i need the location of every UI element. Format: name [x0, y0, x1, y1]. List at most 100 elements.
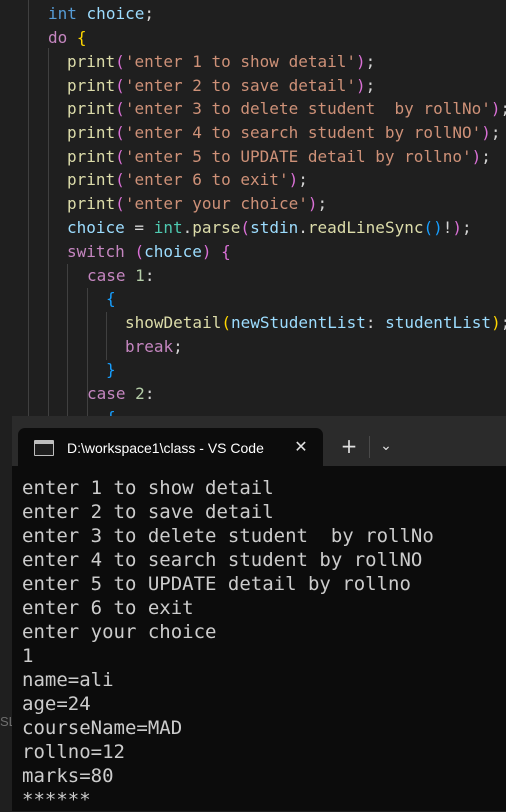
code-token: } — [106, 360, 116, 379]
background-edge-text: SLE — [0, 712, 12, 732]
chevron-down-icon[interactable]: ⌄ — [376, 436, 396, 456]
code-line: } — [106, 358, 116, 382]
code-line: print('enter 1 to show detail'); — [67, 50, 375, 74]
code-token: 'enter 6 to exit' — [125, 170, 289, 189]
code-line: int choice; — [48, 2, 154, 26]
code-token: ) — [356, 76, 366, 95]
terminal-output-line: ****** — [22, 788, 91, 812]
code-editor[interactable]: int choice; do { print('enter 1 to show … — [0, 0, 506, 420]
tab-bar: D:\workspace1\class - VS Code ✕ + ⌄ — [12, 416, 506, 466]
code-token — [67, 28, 77, 47]
code-token: case — [87, 266, 126, 285]
code-token: . — [183, 218, 193, 237]
code-token — [126, 384, 136, 403]
code-token: newStudentList — [231, 313, 366, 332]
terminal-output-line: enter 4 to search student by rollNO — [22, 548, 422, 572]
code-token: { — [221, 242, 231, 261]
code-token: choice — [144, 242, 202, 261]
code-token: ( — [240, 218, 250, 237]
code-token — [212, 242, 222, 261]
code-token: 'enter 3 to delete student by rollNo' — [125, 99, 491, 118]
code-token: ) — [472, 147, 482, 166]
code-token: : — [145, 384, 155, 403]
code-token: ( — [115, 76, 125, 95]
code-token: ; — [317, 194, 327, 213]
code-token: 'enter 4 to search student by rollNO' — [125, 123, 481, 142]
code-token: break — [125, 337, 173, 356]
code-token — [77, 4, 87, 23]
tab-title: D:\workspace1\class - VS Code — [67, 438, 277, 458]
code-token: ; — [173, 337, 183, 356]
code-token: ) — [481, 123, 491, 142]
code-token: 2 — [135, 384, 145, 403]
code-token: 'enter 1 to show detail' — [125, 52, 356, 71]
terminal-output-line: rollno=12 — [22, 740, 125, 764]
code-token: () — [423, 218, 442, 237]
code-line: print('enter 6 to exit'); — [67, 168, 308, 192]
code-token: 1 — [135, 266, 145, 285]
terminal-output-line: name=ali — [22, 668, 114, 692]
code-token: parse — [192, 218, 240, 237]
code-line: print('enter your choice'); — [67, 192, 327, 216]
code-token: ( — [221, 313, 231, 332]
code-token: ) — [356, 52, 366, 71]
tab-separator — [369, 436, 370, 458]
code-line: case 2: — [87, 382, 154, 406]
code-token: ( — [115, 123, 125, 142]
code-token: = — [125, 218, 154, 237]
code-token: ; — [298, 170, 308, 189]
terminal-output-line: enter 6 to exit — [22, 596, 194, 620]
terminal-output-line: enter 2 to save detail — [22, 500, 274, 524]
code-line: print('enter 5 to UPDATE detail by rolln… — [67, 145, 491, 169]
code-line: print('enter 2 to save detail'); — [67, 74, 375, 98]
terminal-tab[interactable]: D:\workspace1\class - VS Code ✕ — [18, 428, 323, 466]
code-token — [126, 266, 136, 285]
code-token: ( — [115, 147, 125, 166]
plus-icon[interactable]: + — [336, 436, 362, 456]
code-token: . — [298, 218, 308, 237]
indent-guide — [28, 0, 29, 420]
code-token: choice — [87, 4, 145, 23]
code-token: : — [366, 313, 385, 332]
code-token: int — [48, 4, 77, 23]
code-token: ( — [115, 194, 125, 213]
code-token: ; — [462, 218, 472, 237]
code-line: break; — [125, 335, 183, 359]
code-line: { — [106, 287, 116, 311]
code-token: stdin — [250, 218, 298, 237]
code-token: ( — [134, 242, 144, 261]
code-token: ; — [366, 52, 376, 71]
code-token: ) — [491, 313, 501, 332]
code-token: ; — [491, 123, 501, 142]
code-token: ! — [443, 218, 453, 237]
terminal-output-line: enter 3 to delete student by rollNo — [22, 524, 434, 548]
terminal-icon — [34, 440, 54, 456]
terminal-output-line: courseName=MAD — [22, 716, 182, 740]
code-token: switch — [67, 242, 125, 261]
code-token: ; — [144, 4, 154, 23]
code-token: 'enter 5 to UPDATE detail by rollno' — [125, 147, 472, 166]
indent-guide — [48, 48, 49, 420]
code-token: case — [87, 384, 126, 403]
code-token: ( — [115, 170, 125, 189]
code-token: { — [77, 28, 87, 47]
code-token: do — [48, 28, 67, 47]
indent-guide — [67, 264, 68, 420]
code-token: print — [67, 147, 115, 166]
code-token: ( — [115, 99, 125, 118]
code-token — [125, 242, 135, 261]
code-token: choice — [67, 218, 125, 237]
code-token: ; — [366, 76, 376, 95]
terminal-output-line: 1 — [22, 644, 33, 668]
code-token: ) — [289, 170, 299, 189]
code-token: ) — [452, 218, 462, 237]
code-token: ; — [481, 147, 491, 166]
code-token: ; — [501, 99, 506, 118]
terminal-output-line: marks=80 — [22, 764, 114, 788]
code-token: showDetail — [125, 313, 221, 332]
close-icon[interactable]: ✕ — [291, 437, 311, 457]
code-token: readLineSync — [308, 218, 424, 237]
code-token: ) — [202, 242, 212, 261]
terminal-output-line: enter your choice — [22, 620, 216, 644]
code-token: : — [145, 266, 155, 285]
